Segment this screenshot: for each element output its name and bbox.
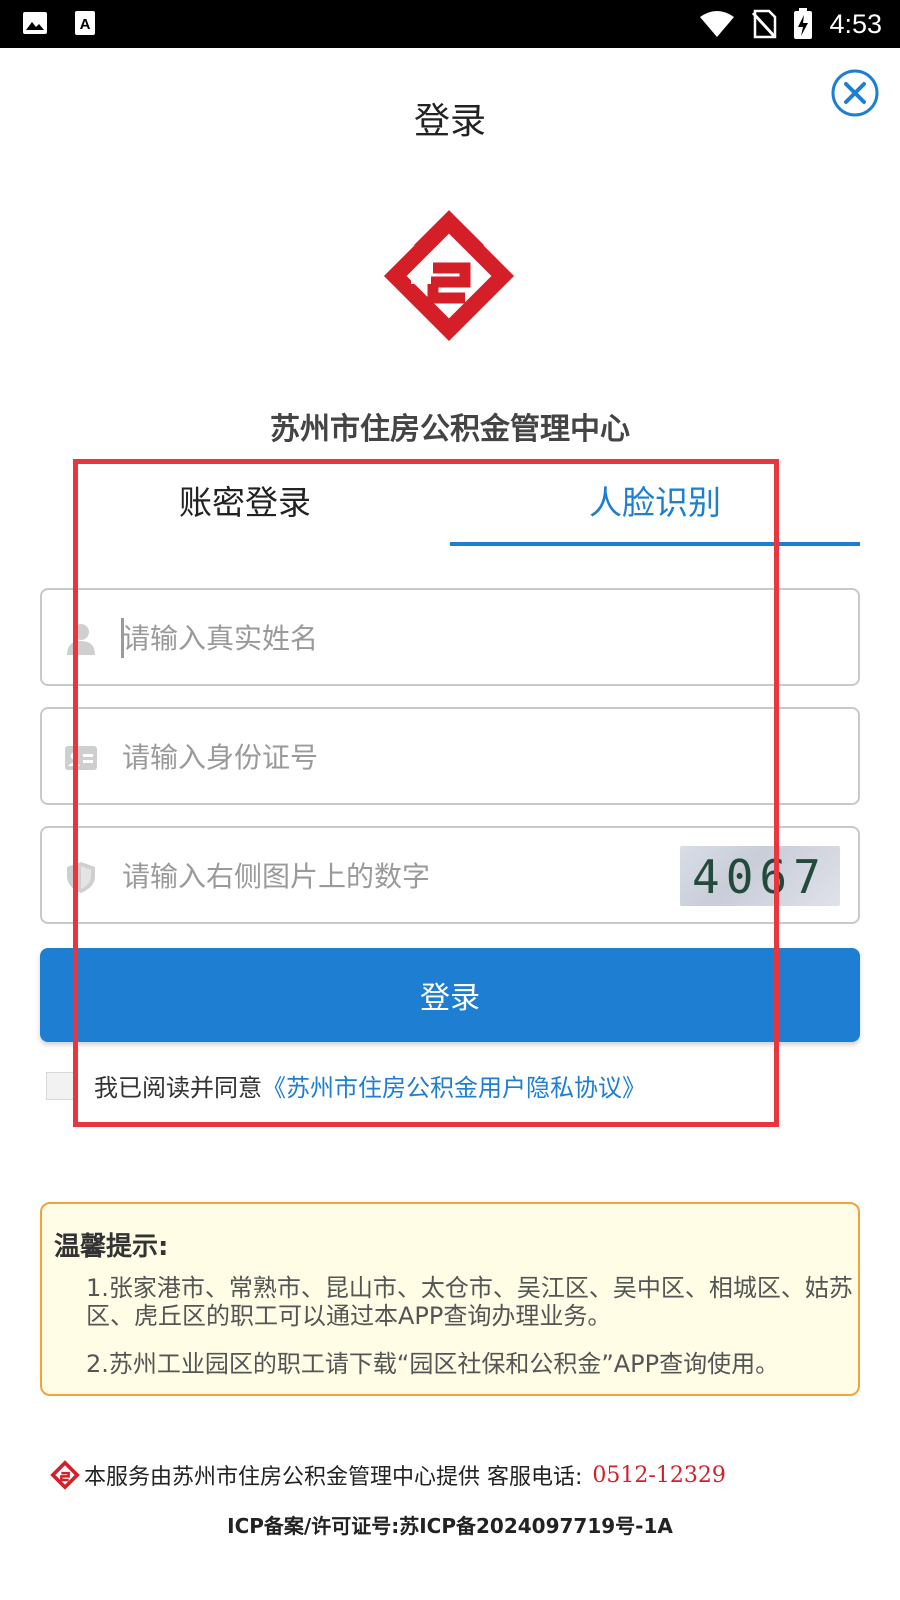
customer-service-phone[interactable]: 0512-12329: [592, 1463, 725, 1488]
shield-icon: [67, 862, 95, 893]
battery-charging-icon: [794, 8, 813, 39]
status-time: 4:53: [829, 9, 882, 39]
no-sim-icon: [752, 9, 777, 39]
text-icon: A: [75, 11, 95, 35]
agreement-text: 我已阅读并同意: [94, 1074, 262, 1102]
name-input[interactable]: [122, 614, 682, 662]
captcha-code: 4067: [692, 850, 827, 904]
privacy-policy-link[interactable]: 《苏州市住房公积金用户隐私协议》: [262, 1068, 646, 1103]
captcha-image[interactable]: 4067: [680, 846, 840, 906]
tab-face-recognition[interactable]: 人脸识别: [455, 476, 855, 524]
status-bar: A 4:53: [0, 0, 900, 48]
tips-title: 温馨提示:: [54, 1232, 169, 1262]
status-bar-right: 4:53: [699, 6, 882, 42]
agreement-checkbox[interactable]: [46, 1071, 74, 1100]
agreement-row: 我已阅读并同意 《苏州市住房公积金用户隐私协议》: [46, 1068, 646, 1103]
name-field[interactable]: [40, 588, 860, 686]
person-icon: [67, 624, 95, 655]
close-icon[interactable]: [830, 68, 880, 118]
housing-fund-logo-small: [50, 1460, 80, 1490]
id-number-field[interactable]: [40, 707, 860, 805]
housing-fund-logo: [383, 210, 515, 342]
wifi-icon: [700, 11, 735, 37]
tips-box: 温馨提示: 1.张家港市、常熟市、昆山市、太仓市、吴江区、吴中区、相城区、姑苏区…: [40, 1202, 860, 1396]
captcha-input[interactable]: [122, 852, 682, 900]
login-button[interactable]: 登录: [40, 948, 860, 1042]
status-bar-left: A: [22, 10, 96, 36]
icp-license: ICP备案/许可证号:苏ICP备2024097719号-1A: [227, 1514, 673, 1538]
tips-item: 1.张家港市、常熟市、昆山市、太仓市、吴江区、吴中区、相城区、姑苏区、虎丘区的职…: [86, 1274, 853, 1330]
organization-name: 苏州市住房公积金管理中心: [270, 412, 630, 447]
footer-service-line: 本服务由苏州市住房公积金管理中心提供 客服电话: 0512-12329: [50, 1459, 726, 1491]
captcha-field[interactable]: 4067: [40, 826, 860, 924]
id-number-input[interactable]: [122, 733, 682, 781]
image-icon: [23, 12, 47, 34]
tab-account-password[interactable]: 账密登录: [45, 476, 445, 524]
tips-item: 2.苏州工业园区的职工请下载“园区社保和公积金”APP查询使用。: [86, 1350, 780, 1378]
id-card-icon: [65, 746, 97, 770]
footer-service-text: 本服务由苏州市住房公积金管理中心提供 客服电话:: [84, 1465, 583, 1490]
active-tab-indicator: [450, 542, 860, 546]
svg-text:A: A: [80, 16, 91, 33]
page-title: 登录: [413, 101, 486, 142]
